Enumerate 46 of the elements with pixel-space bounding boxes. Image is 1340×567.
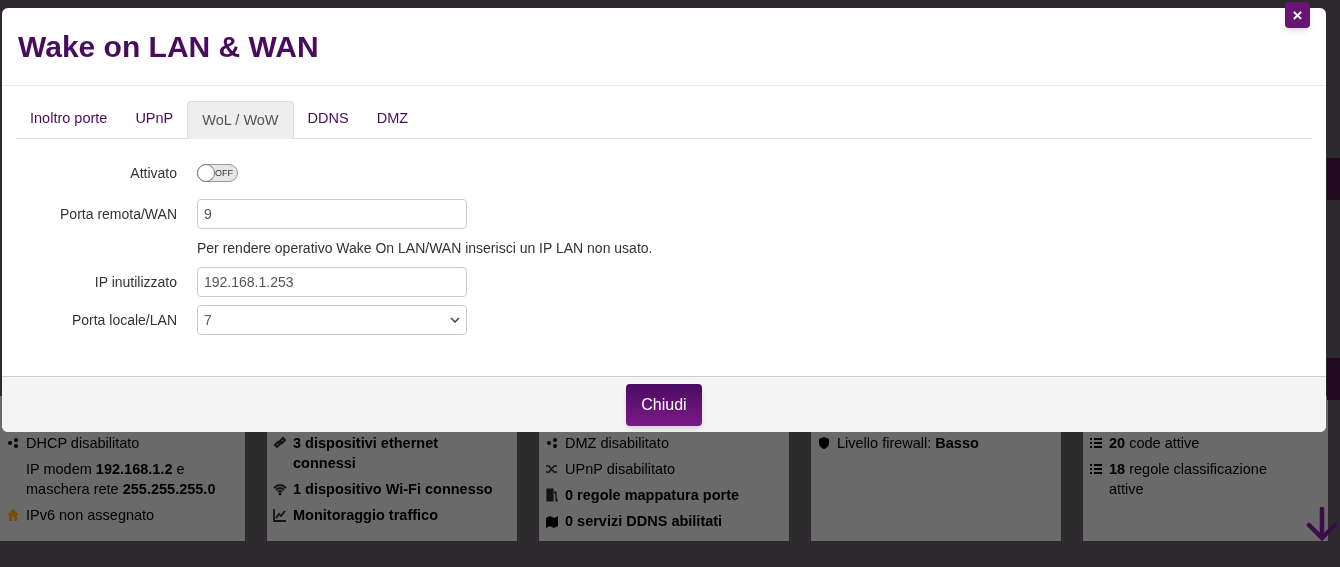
status-text: 0 regole mappatura porte bbox=[565, 486, 740, 505]
status-text: IP modem 192.168.1.2 e maschera rete 255.255.255.0 bbox=[26, 460, 217, 499]
tab[interactable]: DDNS bbox=[293, 100, 363, 138]
list-icon bbox=[1089, 462, 1103, 476]
close-dialog-button[interactable]: Chiudi bbox=[626, 383, 702, 426]
status-text: 0 servizi DDNS abilitati bbox=[565, 512, 723, 531]
status-text: Livello firewall: Basso bbox=[837, 434, 979, 453]
shuffle-icon bbox=[545, 462, 559, 476]
close-button[interactable]: × bbox=[1285, 2, 1310, 28]
status-text: Monitoraggio traffico bbox=[293, 506, 438, 525]
panel-edge bbox=[1327, 358, 1340, 400]
status-text: DHCP disabilitato bbox=[26, 434, 140, 453]
tab[interactable]: UPnP bbox=[121, 100, 188, 138]
select-field[interactable]: 7 bbox=[197, 305, 467, 335]
status-text: IPv6 non assegnato bbox=[26, 506, 155, 525]
input-field[interactable]: 192.168.1.253 bbox=[197, 267, 467, 297]
tab[interactable]: Inoltro porte bbox=[16, 100, 122, 138]
dialog-title: Wake on LAN & WAN bbox=[18, 29, 319, 65]
dots-icon bbox=[6, 436, 20, 450]
link-icon bbox=[273, 436, 287, 450]
status-text: 20 code attive bbox=[1109, 434, 1200, 453]
chevron-down-icon bbox=[450, 317, 460, 323]
dots-icon bbox=[545, 436, 559, 450]
field-label: Porta remota/WAN bbox=[59, 204, 177, 224]
tab[interactable]: WoL / WoW bbox=[187, 101, 294, 139]
house-icon bbox=[6, 508, 20, 522]
help-text: Per rendere operativo Wake On LAN/WAN inserisci un IP LAN non usato. bbox=[197, 238, 653, 258]
shield-icon bbox=[817, 436, 831, 450]
status-text: 18 regole classificazione attive bbox=[1109, 460, 1268, 499]
toggle-switch[interactable]: OFF bbox=[197, 164, 238, 182]
list-icon bbox=[1089, 436, 1103, 450]
field-label: IP inutilizzato bbox=[93, 272, 177, 292]
chart-icon bbox=[273, 508, 287, 522]
tab[interactable]: DMZ bbox=[362, 100, 423, 138]
status-text: 3 dispositivi ethernet connessi bbox=[293, 434, 440, 473]
panel-edge bbox=[1327, 158, 1340, 200]
status-text: UPnP disabilitato bbox=[565, 460, 676, 479]
status-text: DMZ disabilitato bbox=[565, 434, 669, 453]
field-label: Porta locale/LAN bbox=[70, 310, 177, 330]
down-arrow-icon[interactable] bbox=[1306, 507, 1338, 541]
field-label: Attivato bbox=[129, 163, 177, 183]
wifi-icon bbox=[273, 482, 287, 496]
input-field[interactable]: 9 bbox=[197, 199, 467, 229]
door-icon bbox=[545, 488, 559, 502]
map-icon bbox=[545, 514, 559, 528]
status-text: 1 dispositivo Wi-Fi connesso bbox=[293, 480, 493, 499]
